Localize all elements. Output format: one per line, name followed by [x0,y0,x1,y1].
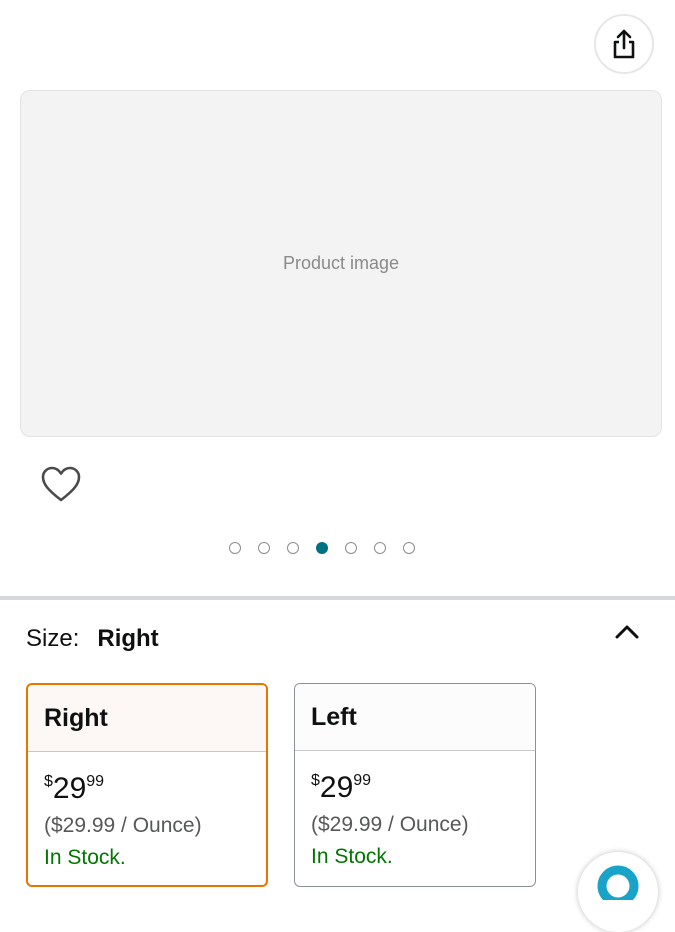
stock-status: In Stock. [44,846,126,869]
price-fraction: 99 [86,773,105,790]
carousel-dot-active[interactable] [316,542,328,554]
size-label: Size: [26,625,80,652]
size-selector-header[interactable]: Size: Right [26,622,646,656]
heart-icon [41,466,81,502]
size-option-name: Right [28,685,266,752]
size-option-left[interactable]: Left $ 29 99 ($29.99 / Ounce) In Stock. [294,683,536,887]
selected-size-value: Right [97,625,159,652]
price-whole: 29 [52,772,87,805]
price-currency: $ [44,773,53,790]
price-currency: $ [311,772,320,789]
carousel-dots [229,542,415,554]
chevron-up-icon [615,625,639,639]
share-icon [613,29,635,59]
carousel-dot[interactable] [287,542,299,554]
price: $ 29 99 [311,771,535,805]
carousel-dot[interactable] [345,542,357,554]
carousel-dot[interactable] [403,542,415,554]
carousel-dot[interactable] [229,542,241,554]
assistant-button[interactable] [578,852,658,932]
share-button[interactable] [594,14,654,74]
stock-status: In Stock. [311,845,393,868]
size-option-name: Left [295,684,535,751]
collapse-size-button[interactable] [612,619,642,645]
assistant-icon [597,865,639,900]
product-image-placeholder-text: Product image [282,253,400,273]
price: $ 29 99 [44,772,266,806]
section-divider [0,596,675,600]
price-per-unit: ($29.99 / Ounce) [44,814,202,837]
size-option-right[interactable]: Right $ 29 99 ($29.99 / Ounce) In Stock. [26,683,268,887]
add-to-wishlist-button[interactable] [38,462,84,506]
carousel-dot[interactable] [374,542,386,554]
carousel-dot[interactable] [258,542,270,554]
product-image[interactable]: Product image [20,90,662,437]
price-fraction: 99 [353,772,372,789]
price-per-unit: ($29.99 / Ounce) [311,813,469,836]
product-image-gallery[interactable]: Product image [0,0,675,592]
price-whole: 29 [319,771,354,804]
